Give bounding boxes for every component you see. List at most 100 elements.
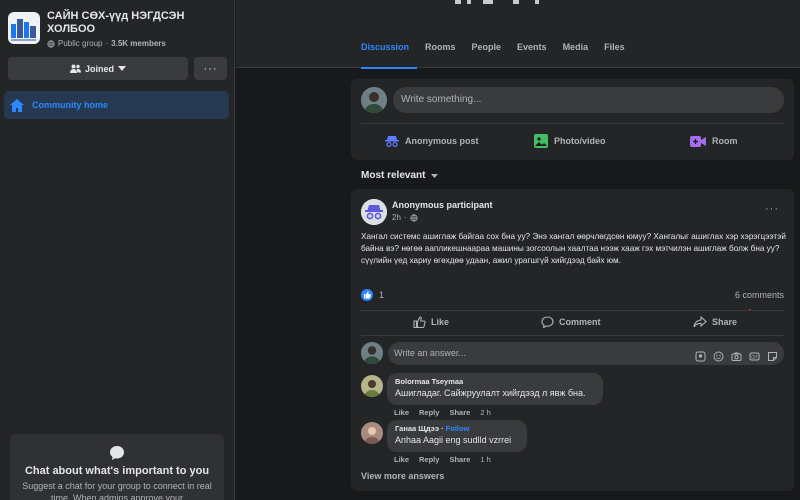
sort-dropdown[interactable]: Most relevant [361, 170, 439, 181]
sticker-icon[interactable] [767, 348, 778, 361]
follow-button[interactable]: Follow [446, 424, 470, 433]
share-icon [693, 316, 707, 328]
answer-placeholder: Write an answer... [394, 348, 466, 358]
chat-card-text: Suggest a chat for your group to connect… [22, 481, 212, 500]
meta-separator: · [105, 39, 109, 48]
commenter-name[interactable]: Bolormaa Tseymaa [395, 377, 595, 386]
share-button[interactable]: Share [693, 315, 737, 329]
comment-time[interactable]: 2 h [480, 408, 490, 417]
photo-video-label: Photo/video [554, 136, 606, 146]
write-something-input[interactable]: Write something... [393, 87, 784, 113]
cover-image-edge [455, 0, 545, 5]
reaction-summary: 1 6 comments [361, 289, 784, 303]
emoji-icon[interactable] [713, 348, 724, 362]
comment-text: Ашигладаг. Сайжруулалт хийгдээд л явж бн… [395, 388, 586, 398]
sidebar-item-community-home[interactable]: Community home [4, 91, 229, 119]
post-more-button[interactable]: ··· [765, 203, 779, 215]
anonymous-post-button[interactable]: Anonymous post [385, 131, 479, 151]
camera-icon[interactable] [731, 348, 742, 361]
tab-people[interactable]: People [464, 42, 510, 69]
user-avatar[interactable] [361, 342, 383, 364]
comment-bubble: Ганаа Щдээ · Follow Anhaa Aagii eng sudl… [387, 420, 527, 452]
caret-down-icon [431, 173, 439, 178]
gif-icon[interactable]: GIF [749, 348, 760, 361]
share-label: Share [712, 317, 738, 327]
anonymous-icon [385, 136, 399, 147]
write-answer-input[interactable]: Write an answer... GIF [388, 342, 784, 365]
comments-count[interactable]: 6 comments [735, 290, 784, 300]
like-label: Like [431, 317, 450, 327]
commenter-name[interactable]: Ганаа Щдээ [395, 424, 439, 433]
joined-label: Joined [84, 63, 114, 74]
group-more-button[interactable]: ··· [194, 57, 227, 80]
group-header[interactable]: САЙН СӨХ-үүд НЭГДСЭН ХОЛБОО Public group… [8, 10, 230, 54]
composer-divider [361, 123, 784, 124]
comment-actions: Like Reply Share 1 h [394, 455, 491, 464]
caret-down-icon [118, 66, 126, 71]
room-button[interactable]: Room [690, 131, 738, 151]
post-composer: Write something... Anonymous post Photo/… [351, 79, 794, 160]
comment-like-button[interactable]: Like [394, 455, 409, 464]
left-sidebar: САЙН СӨХ-үүд НЭГДСЭН ХОЛБОО Public group… [0, 0, 235, 500]
photo-icon [534, 134, 548, 148]
comment-share-button[interactable]: Share [449, 408, 470, 417]
like-button[interactable]: Like [413, 315, 449, 329]
comment-button[interactable]: Comment [541, 315, 601, 329]
post-divider [361, 310, 784, 311]
facebook-group-page: САЙН СӨХ-үүд НЭГДСЭН ХОЛБОО Public group… [0, 0, 800, 500]
tab-files[interactable]: Files [596, 42, 633, 69]
follow-separator: · [441, 424, 444, 433]
globe-icon [47, 39, 55, 48]
commenter-avatar[interactable] [361, 375, 383, 397]
post-time-text: 2h [392, 213, 401, 222]
group-tabs: Discussion Rooms People Events Media Fil… [361, 42, 633, 69]
community-home-label: Community home [32, 100, 109, 110]
svg-text:GIF: GIF [751, 355, 758, 360]
post-card: Anonymous participant 2h · ··· Хангал си… [351, 189, 794, 491]
answer-tools: GIF [695, 348, 778, 362]
globe-icon [409, 213, 418, 222]
photo-video-button[interactable]: Photo/video [534, 131, 606, 151]
like-reaction-icon[interactable] [361, 289, 373, 301]
tab-discussion[interactable]: Discussion [361, 42, 418, 69]
view-more-answers-link[interactable]: View more answers [361, 471, 444, 481]
comment-share-button[interactable]: Share [449, 455, 470, 464]
commenter-avatar[interactable] [361, 422, 383, 444]
comment-header: Ганаа Щдээ · Follow [395, 424, 519, 433]
group-logo[interactable] [8, 12, 40, 44]
reaction-count[interactable]: 1 [379, 290, 384, 300]
joined-button[interactable]: Joined [8, 57, 188, 80]
post-author[interactable]: Anonymous participant [392, 200, 493, 210]
anonymous-post-label: Anonymous post [405, 136, 479, 146]
comment-actions: Like Reply Share 2 h [394, 408, 491, 417]
room-label: Room [712, 136, 738, 146]
tab-rooms[interactable]: Rooms [417, 42, 464, 69]
people-icon [69, 64, 81, 73]
post-timestamp[interactable]: 2h · [392, 213, 418, 222]
home-icon [10, 98, 24, 112]
comment-like-button[interactable]: Like [394, 408, 409, 417]
chat-suggestion-card: Chat about what's important to you Sugge… [10, 434, 224, 500]
group-members[interactable]: 3.5K members [111, 39, 166, 48]
chat-card-title: Chat about what's important to you [24, 465, 210, 477]
user-avatar[interactable] [361, 87, 387, 113]
group-meta: Public group · 3.5K members [47, 39, 166, 48]
avatar-sticker-icon[interactable] [695, 348, 706, 362]
group-privacy: Public group [58, 39, 103, 48]
comment-reply-button[interactable]: Reply [419, 408, 439, 417]
group-name[interactable]: САЙН СӨХ-үүд НЭГДСЭН ХОЛБОО [47, 10, 227, 36]
comment-reply-button[interactable]: Reply [419, 455, 439, 464]
tab-events[interactable]: Events [509, 42, 555, 69]
comment-bubble: Bolormaa Tseymaa Ашигладаг. Сайжруулалт … [387, 373, 603, 405]
tab-media[interactable]: Media [555, 42, 597, 69]
post-divider [361, 335, 784, 336]
sort-label: Most relevant [361, 170, 426, 181]
time-separator: · [403, 213, 407, 222]
comment-time[interactable]: 1 h [480, 455, 490, 464]
thumbs-up-icon [413, 316, 426, 328]
post-text: Хангал системс ашиглаж байгаа сох бна уу… [361, 232, 786, 265]
anonymous-avatar [361, 199, 387, 225]
chat-bubble-icon [110, 446, 124, 460]
comment-icon [541, 316, 554, 328]
comment-label: Comment [559, 317, 601, 327]
